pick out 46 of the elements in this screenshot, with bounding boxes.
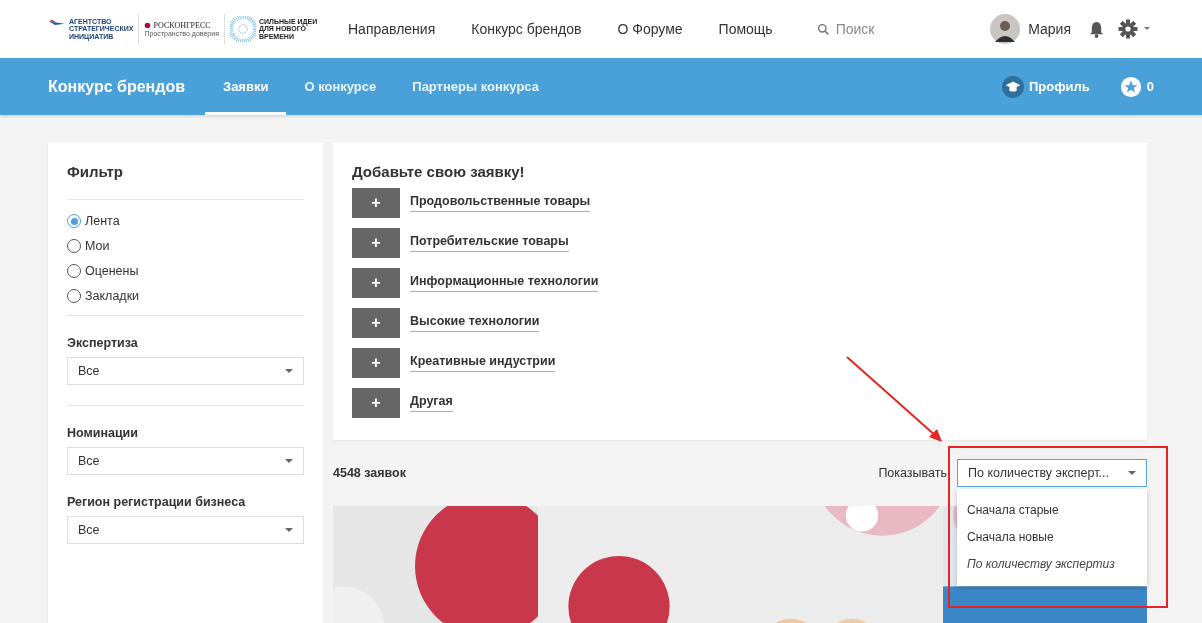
- menu-item[interactable]: По количеству экспертиз: [957, 551, 1147, 578]
- category-link[interactable]: Потребительские товары: [410, 234, 569, 252]
- caret-icon: [285, 459, 293, 463]
- filter-label: Экспертиза: [67, 336, 139, 350]
- sort-select[interactable]: По количеству эксперт...: [957, 459, 1147, 487]
- radio-option[interactable]: Закладки: [67, 289, 304, 303]
- avatar[interactable]: [990, 14, 1021, 44]
- dropdown-select[interactable]: Все: [67, 516, 304, 544]
- menu-item[interactable]: Сначала новые: [957, 524, 1147, 551]
- entries-count: 4548 заявок: [333, 466, 406, 480]
- nav-link[interactable]: Направления: [348, 21, 436, 37]
- search-icon: [816, 22, 830, 36]
- filter-label: Номинации: [67, 426, 139, 440]
- category-link[interactable]: Информационные технологии: [410, 274, 599, 292]
- dropdown-select[interactable]: Все: [67, 357, 304, 385]
- category-link[interactable]: Высокие технологии: [410, 314, 540, 332]
- caret-icon: [1128, 471, 1136, 475]
- caret-icon: [285, 369, 293, 373]
- add-button[interactable]: +: [352, 268, 400, 298]
- nav-link[interactable]: О Форуме: [617, 21, 683, 37]
- menu-item[interactable]: Сначала старые: [957, 497, 1147, 524]
- caret-icon: [285, 528, 293, 532]
- search-field[interactable]: Поиск: [835, 21, 936, 37]
- section-title: Конкурс брендов: [48, 77, 185, 96]
- settings-icon[interactable]: [1118, 19, 1152, 39]
- radio-option[interactable]: Оценены: [67, 264, 304, 278]
- add-button[interactable]: +: [352, 188, 400, 218]
- add-button[interactable]: +: [352, 228, 400, 258]
- user-name[interactable]: Мария: [1028, 21, 1071, 37]
- nav-link[interactable]: Помощь: [718, 21, 773, 37]
- dropdown-select[interactable]: Все: [67, 447, 304, 475]
- filter-title: Фильтр: [67, 163, 124, 180]
- bell-icon[interactable]: [1089, 20, 1104, 38]
- filter-label: Регион регистрации бизнеса: [67, 495, 247, 509]
- graduation-cap-icon: [1001, 75, 1024, 98]
- radio-option[interactable]: Мои: [67, 239, 304, 253]
- category-link[interactable]: Креативные индустрии: [410, 354, 556, 372]
- radio-option[interactable]: Лента: [67, 214, 304, 228]
- add-button[interactable]: +: [352, 348, 400, 378]
- add-button[interactable]: +: [352, 308, 400, 338]
- nav-link[interactable]: Конкурс брендов: [471, 21, 582, 37]
- sort-label: Показывать: [878, 466, 947, 480]
- add-button[interactable]: +: [352, 388, 400, 418]
- category-link[interactable]: Продовольственные товары: [410, 194, 591, 212]
- category-link[interactable]: Другая: [410, 394, 453, 412]
- add-title: Добавьте свою заявку!: [352, 163, 526, 180]
